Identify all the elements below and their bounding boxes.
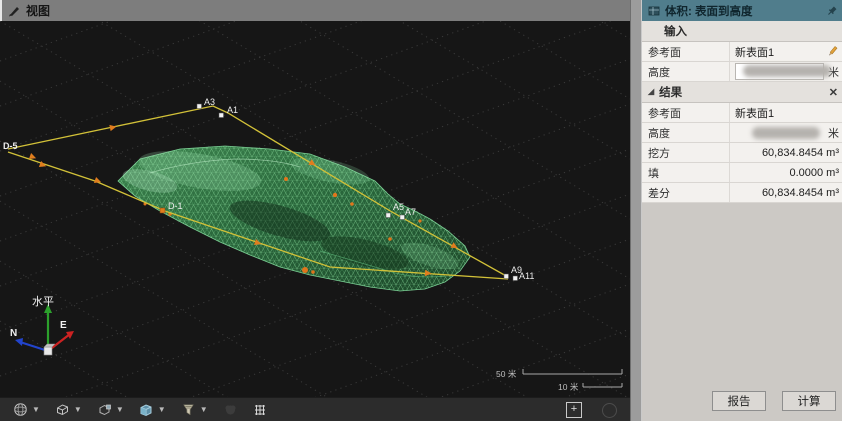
reference-surface-value: 新表面1	[735, 44, 774, 60]
terrain-mesh[interactable]	[118, 143, 470, 291]
reference-surface-input-row: 参考面 新表面1	[642, 42, 842, 62]
shaded-cube-icon[interactable]	[138, 401, 155, 418]
panel-empty-area	[642, 203, 842, 387]
height-value-cell: 米	[730, 62, 842, 81]
volume-panel: 体积: 表面到高度 输入 参考面 新表面1 高度 米	[642, 0, 842, 421]
svg-text:E: E	[60, 320, 67, 331]
edit-icon[interactable]	[826, 45, 839, 58]
panel-titlebar[interactable]: 体积: 表面到高度	[642, 0, 842, 21]
render-mode-dropdown[interactable]: ▼	[31, 406, 41, 414]
results-section-header[interactable]: ◢ 结果 ✕	[642, 82, 842, 103]
pin-icon[interactable]	[826, 5, 838, 17]
svg-text:A11: A11	[519, 271, 534, 281]
scene-3d[interactable]: A3 A1 D-5 D-1 A5 A7 A9 A11 水平 N	[0, 21, 630, 397]
clear-results-icon[interactable]: ✕	[829, 86, 838, 99]
add-view-button[interactable]: +	[566, 402, 582, 418]
height-input-row: 高度 米	[642, 62, 842, 82]
svg-text:D-1: D-1	[168, 201, 183, 211]
fill-volume-text: 0.0000 m³	[789, 167, 839, 179]
panel-button-row: 报告 计算	[642, 387, 842, 421]
difference-volume-row: 差分 60,834.8454 m³	[642, 183, 842, 203]
view-box-dropdown[interactable]: ▼	[115, 406, 125, 414]
svg-text:D-5: D-5	[3, 141, 18, 151]
reference-surface-value-cell[interactable]: 新表面1	[730, 42, 842, 61]
viewport-title: 视图	[26, 2, 50, 19]
difference-volume-value: 60,834.8454 m³	[730, 183, 842, 202]
svg-text:A5: A5	[393, 202, 404, 212]
viewport-toolbar: ▼ ▼ ▼ ▼	[0, 397, 630, 421]
cut-volume-label: 挖方	[642, 143, 730, 162]
cut-volume-row: 挖方 60,834.8454 m³	[642, 143, 842, 163]
result-height-redacted	[752, 127, 820, 139]
panel-title: 体积: 表面到高度	[665, 3, 821, 19]
input-section-header[interactable]: 输入	[642, 21, 842, 42]
pan-disabled-icon	[602, 403, 617, 418]
cut-volume-text: 60,834.8454 m³	[762, 147, 839, 159]
grid-icon[interactable]	[252, 401, 269, 418]
clip-box-dropdown[interactable]: ▼	[73, 406, 83, 414]
volume-panel-icon	[648, 5, 660, 17]
result-reference-surface-value: 新表面1	[730, 103, 842, 122]
fill-volume-value: 0.0000 m³	[730, 163, 842, 182]
reference-surface-label: 参考面	[642, 42, 730, 61]
collapse-icon[interactable]: ◢	[648, 88, 654, 96]
svg-text:A1: A1	[227, 105, 238, 115]
result-height-label: 高度	[642, 123, 730, 142]
result-reference-surface-label: 参考面	[642, 103, 730, 122]
render-mode-icon[interactable]	[12, 401, 29, 418]
result-height-row: 高度 米	[642, 123, 842, 143]
scale-bars: 50 米 10 米	[496, 369, 622, 392]
filter-icon[interactable]	[180, 401, 197, 418]
result-reference-surface-text: 新表面1	[735, 105, 774, 121]
difference-volume-label: 差分	[642, 183, 730, 202]
panel-splitter[interactable]	[630, 0, 642, 421]
viewport-titlebar[interactable]: 视图	[0, 0, 630, 21]
svg-text:50 米: 50 米	[496, 369, 517, 379]
svg-text:N: N	[10, 328, 17, 339]
clip-box-icon[interactable]	[54, 401, 71, 418]
point-cloud-disabled-icon	[222, 401, 239, 418]
difference-volume-text: 60,834.8454 m³	[762, 187, 839, 199]
view-3d: 视图	[0, 0, 630, 421]
view-pen-icon	[8, 4, 21, 17]
filter-dropdown[interactable]: ▼	[199, 406, 209, 414]
height-label: 高度	[642, 62, 730, 81]
scene-wrap: A3 A1 D-5 D-1 A5 A7 A9 A11 水平 N	[0, 21, 630, 397]
svg-text:10 米: 10 米	[558, 382, 579, 392]
cut-volume-value: 60,834.8454 m³	[730, 143, 842, 162]
calculate-button[interactable]: 计算	[782, 391, 836, 411]
shaded-cube-dropdown[interactable]: ▼	[157, 406, 167, 414]
input-section-label: 输入	[664, 23, 687, 39]
height-value-redacted	[743, 65, 831, 77]
height-input[interactable]	[735, 63, 824, 80]
fill-volume-row: 填 0.0000 m³	[642, 163, 842, 183]
result-reference-surface-row: 参考面 新表面1	[642, 103, 842, 123]
report-button[interactable]: 报告	[712, 391, 766, 411]
view-box-icon[interactable]	[96, 401, 113, 418]
app-window: 视图	[0, 0, 842, 421]
results-section-label: 结果	[659, 84, 682, 100]
svg-text:A7: A7	[405, 207, 416, 217]
svg-text:A3: A3	[204, 97, 215, 107]
result-height-value: 米	[730, 123, 842, 142]
svg-text:水平: 水平	[32, 295, 54, 308]
result-height-unit: 米	[828, 125, 839, 141]
fill-volume-label: 填	[642, 163, 730, 182]
